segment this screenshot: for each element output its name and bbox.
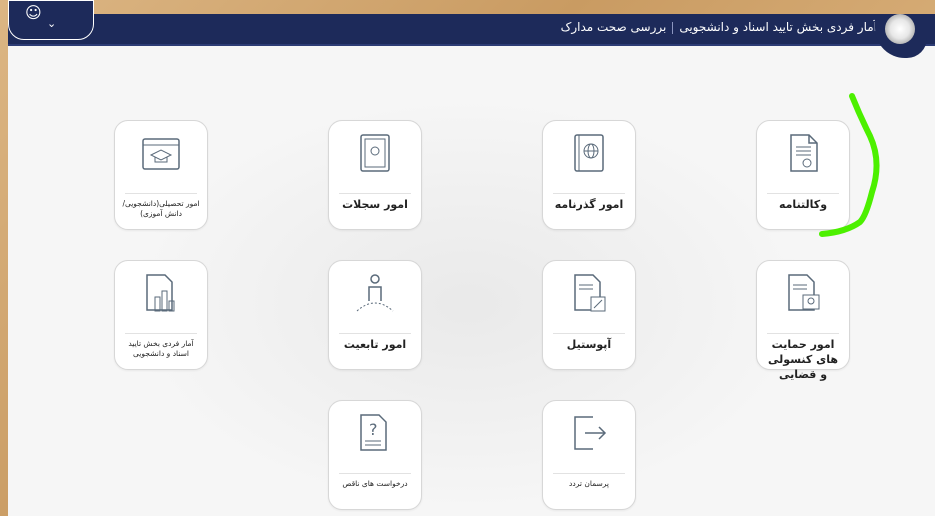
passport-icon [574, 134, 604, 172]
tile-label: امور حمایت های کنسولی و قضایی [768, 338, 838, 381]
citizenship-person-icon [356, 274, 394, 312]
green-highlight-annotation [819, 93, 880, 237]
tile-civil-registry[interactable]: امور سجلات [328, 120, 422, 230]
page-title: آمار فردی بخش تایید اسناد و دانشجویی بررس… [561, 20, 877, 34]
tile-passport[interactable]: امور گذرنامه [542, 120, 636, 230]
registry-book-icon [360, 134, 390, 172]
flower-logo-icon [885, 14, 915, 44]
question-document-icon: ? [360, 414, 387, 451]
header-title-sub: بررسی صحت مدارک [560, 20, 667, 34]
tile-label: امور تحصیلی(دانشجویی/ دانش آموزی) [122, 199, 200, 218]
consular-support-icon [788, 274, 820, 311]
tile-apostille[interactable]: آپوستیل [542, 260, 636, 370]
top-header: آمار فردی بخش تایید اسناد و دانشجویی بررس… [8, 14, 935, 46]
tile-education[interactable]: امور تحصیلی(دانشجویی/ دانش آموزی) [114, 120, 208, 230]
chevron-down-icon: ⌄ [47, 17, 57, 30]
tile-label: امور گذرنامه [554, 198, 624, 211]
tile-incomplete-requests[interactable]: ? درخواست های ناقص [328, 400, 422, 510]
tile-statistics[interactable]: آمار فردی بخش تایید اسناد و دانشجویی [114, 260, 208, 370]
header-title-main: آمار فردی بخش تایید اسناد و دانشجویی [679, 20, 877, 34]
tile-label: آپوستیل [566, 338, 612, 351]
tile-citizenship[interactable]: امور تابعیت [328, 260, 422, 370]
graduation-cap-icon [142, 138, 180, 170]
apostille-document-icon [574, 274, 606, 312]
tile-label: آمار فردی بخش تایید اسناد و دانشجویی [128, 339, 194, 358]
tile-travel-inquiry[interactable]: پرسمان تردد [542, 400, 636, 510]
exit-arrow-icon [574, 416, 607, 450]
statistics-chart-icon [146, 274, 175, 312]
tile-label: امور تابعیت [343, 338, 407, 351]
tile-label: امور سجلات [342, 198, 408, 211]
tile-label: پرسمان تردد [569, 479, 609, 488]
svg-text:?: ? [369, 420, 378, 439]
tile-label: درخواست های ناقص [342, 479, 408, 488]
user-menu-button[interactable]: ☺ ⌄ [8, 0, 94, 40]
user-icon: ☺ [25, 3, 42, 22]
tile-consular-support[interactable]: امور حمایت های کنسولی و قضایی [756, 260, 850, 381]
